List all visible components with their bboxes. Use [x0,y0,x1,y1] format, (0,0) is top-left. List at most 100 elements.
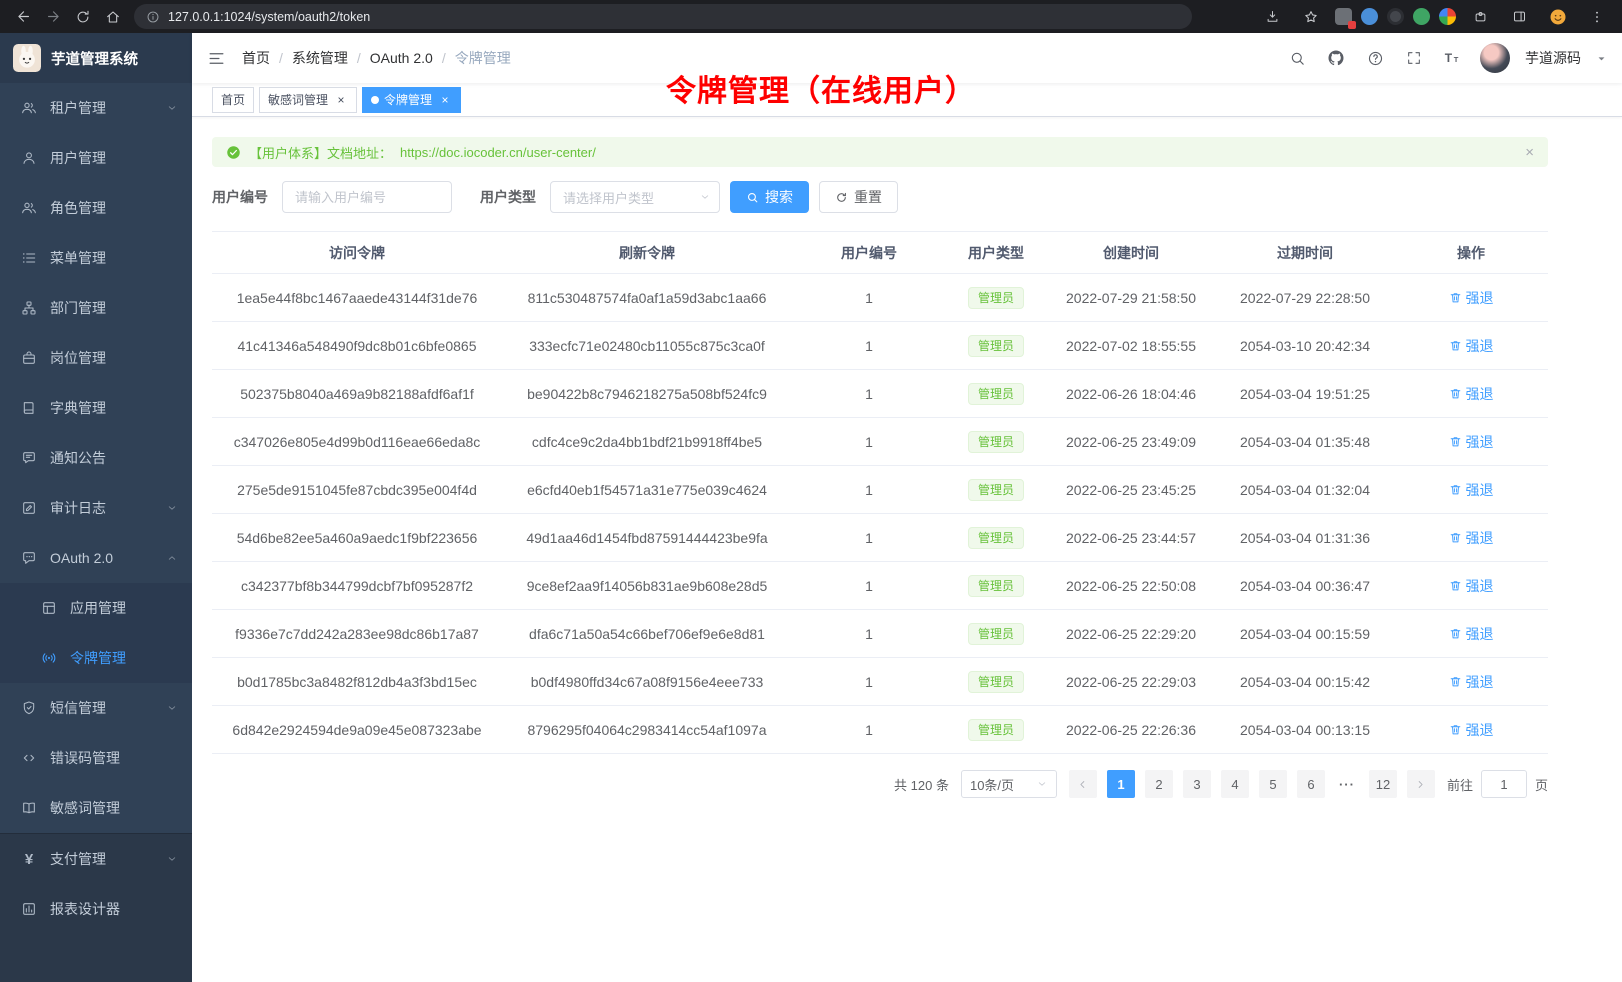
tab-close-icon[interactable]: × [438,93,452,107]
app-logo[interactable]: 芋道管理系统 [0,33,192,83]
page-button-1[interactable]: 1 [1107,770,1135,798]
reset-button[interactable]: 重置 [819,181,898,213]
url-bar[interactable]: 127.0.0.1:1024/system/oauth2/token [134,4,1192,29]
sidebar-item-label: 菜单管理 [50,248,178,268]
force-logout-button[interactable]: 强退 [1449,624,1494,644]
sidebar-item-sms[interactable]: 短信管理 [0,683,192,733]
download-icon[interactable] [1257,2,1287,32]
force-logout-button[interactable]: 强退 [1449,336,1494,356]
sidebar-item-audit-log[interactable]: 审计日志 [0,483,192,533]
extension-icon[interactable] [1361,8,1378,25]
breadcrumb-item[interactable]: 首页 [242,48,270,68]
user-type-select[interactable]: 请选择用户类型 [550,181,720,213]
github-icon[interactable] [1324,46,1348,70]
page-button-12[interactable]: 12 [1369,770,1397,798]
browser-home-icon[interactable] [98,2,128,32]
user-name[interactable]: 芋道源码 [1525,48,1581,68]
tab-close-icon[interactable]: × [334,93,348,107]
search-button-label: 搜索 [765,187,793,207]
cell-user-id: 1 [792,706,946,754]
goto-page-input[interactable] [1481,770,1527,798]
tab-home[interactable]: 首页 [212,87,254,113]
browser-reload-icon[interactable] [68,2,98,32]
prev-page-button[interactable] [1069,770,1097,798]
sidebar-item-role[interactable]: 角色管理 [0,183,192,233]
tab-sensitive-word[interactable]: 敏感词管理× [259,87,357,113]
cell-expire-time: 2054-03-04 00:36:47 [1216,562,1394,610]
sidebar-item-error-code[interactable]: 错误码管理 [0,733,192,783]
sidebar-item-pay[interactable]: ¥支付管理 [0,834,192,884]
force-logout-label: 强退 [1466,528,1494,548]
cell-access-token: 502375b8040a469a9b82188afdf6af1f [212,370,502,418]
pagination-ellipsis[interactable]: ··· [1335,777,1359,792]
page-button-2[interactable]: 2 [1145,770,1173,798]
page-size-select[interactable]: 10条/页 [961,770,1057,798]
page-button-5[interactable]: 5 [1259,770,1287,798]
extensions-puzzle-icon[interactable] [1465,2,1495,32]
cell-create-time: 2022-06-25 22:29:03 [1046,658,1216,706]
force-logout-button[interactable]: 强退 [1449,720,1494,740]
fullscreen-icon[interactable] [1402,46,1426,70]
alert-close-icon[interactable]: × [1525,144,1534,161]
browser-back-icon[interactable] [8,2,38,32]
sidebar-item-post[interactable]: 岗位管理 [0,333,192,383]
user-id-input[interactable] [282,181,452,213]
breadcrumb-item[interactable]: 系统管理 [292,48,348,68]
force-logout-button[interactable]: 强退 [1449,432,1494,452]
sidebar-item-tenant[interactable]: 租户管理 [0,83,192,133]
force-logout-button[interactable]: 强退 [1449,384,1494,404]
table-row: f9336e7c7dd242a283ee98dc86b17a87dfa6c71a… [212,610,1548,658]
collapse-sidebar-icon[interactable] [207,49,226,68]
sidebar-item-user[interactable]: 用户管理 [0,133,192,183]
force-logout-button[interactable]: 强退 [1449,480,1494,500]
cell-actions: 强退 [1394,610,1548,658]
page-button-6[interactable]: 6 [1297,770,1325,798]
doc-link[interactable]: https://doc.iocoder.cn/user-center/ [400,145,596,160]
page-button-4[interactable]: 4 [1221,770,1249,798]
cell-user-type: 管理员 [946,274,1046,322]
force-logout-button[interactable]: 强退 [1449,576,1494,596]
font-size-icon[interactable]: TT [1441,46,1465,70]
sidebar-item-dict[interactable]: 字典管理 [0,383,192,433]
extension-icon[interactable] [1413,8,1430,25]
sidebar-item-notice[interactable]: 通知公告 [0,433,192,483]
sidebar-item-dept[interactable]: 部门管理 [0,283,192,333]
sidebar-item-oauth2-token[interactable]: 令牌管理 [0,633,192,683]
sidebar-menu: 租户管理用户管理角色管理菜单管理部门管理岗位管理字典管理通知公告审计日志OAut… [0,83,192,833]
sidebar-item-sensitive-word[interactable]: 敏感词管理 [0,783,192,833]
sidebar-item-label: 短信管理 [50,698,154,718]
force-logout-label: 强退 [1466,624,1494,644]
force-logout-button[interactable]: 强退 [1449,528,1494,548]
tab-token[interactable]: 令牌管理× [362,87,461,113]
next-page-button[interactable] [1407,770,1435,798]
extension-icon[interactable] [1387,8,1404,25]
site-info-icon[interactable] [146,10,160,24]
breadcrumb-item[interactable]: OAuth 2.0 [370,50,433,66]
extension-icon[interactable] [1335,8,1352,25]
cell-user-type: 管理员 [946,610,1046,658]
table-row: 1ea5e44f8bc1467aaede43144f31de76811c5304… [212,274,1548,322]
extension-icon[interactable] [1439,8,1456,25]
search-icon[interactable] [1285,46,1309,70]
user-avatar[interactable] [1480,43,1510,73]
chevron-down-icon[interactable] [1596,53,1607,64]
help-icon[interactable] [1363,46,1387,70]
browser-forward-icon[interactable] [38,2,68,32]
sidebar-item-report-designer[interactable]: 报表设计器 [0,884,192,934]
page-button-3[interactable]: 3 [1183,770,1211,798]
bookmark-star-icon[interactable] [1296,2,1326,32]
annotation-overlay: 令牌管理（在线用户） [666,66,976,110]
browser-menu-icon[interactable] [1582,2,1612,32]
force-logout-button[interactable]: 强退 [1449,672,1494,692]
side-panel-icon[interactable] [1504,2,1534,32]
sidebar-item-menu[interactable]: 菜单管理 [0,233,192,283]
profile-avatar-icon[interactable] [1543,2,1573,32]
sidebar-item-oauth2[interactable]: OAuth 2.0 [0,533,192,583]
url-text: 127.0.0.1:1024/system/oauth2/token [168,10,370,24]
force-logout-button[interactable]: 强退 [1449,288,1494,308]
sidebar-item-oauth2-app[interactable]: 应用管理 [0,583,192,633]
cell-expire-time: 2054-03-04 00:15:59 [1216,610,1394,658]
search-button[interactable]: 搜索 [730,181,809,213]
cell-user-id: 1 [792,514,946,562]
chevron-down-icon [166,502,178,514]
